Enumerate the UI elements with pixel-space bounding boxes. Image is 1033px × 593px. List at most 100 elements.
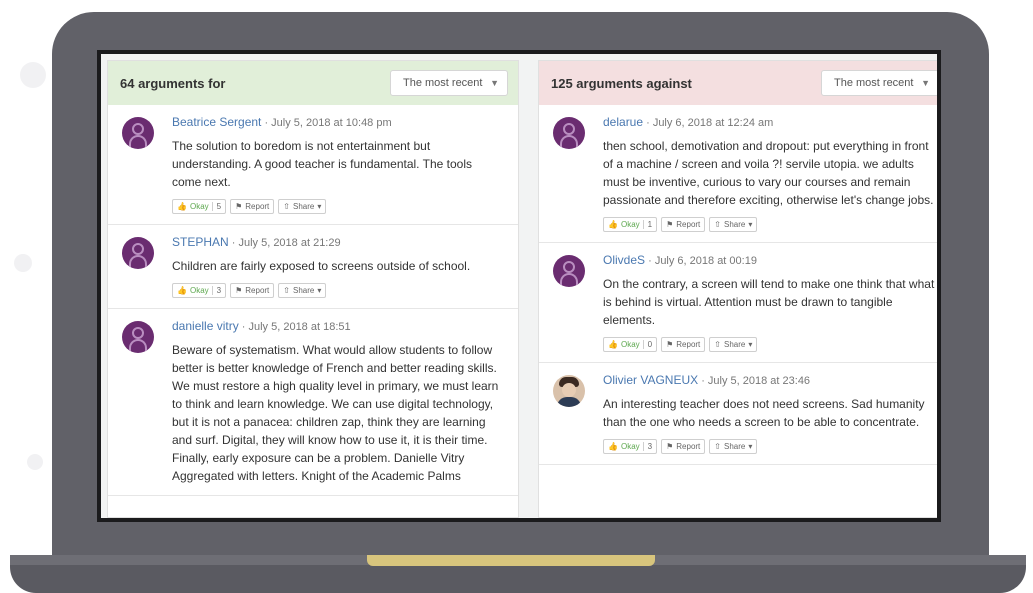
share-button[interactable]: ⇧ Share ▾ — [278, 283, 327, 298]
author-link[interactable]: delarue — [603, 115, 643, 129]
sort-dropdown[interactable]: The most recent ▼ — [821, 70, 937, 96]
report-label: Report — [245, 202, 270, 211]
share-button[interactable]: ⇧ Share ▾ — [709, 337, 758, 352]
thumbs-up-icon: 👍 — [608, 220, 618, 229]
argument-text: Beware of systematism. What would allow … — [172, 343, 499, 483]
argument-actions: 👍 Okay 5 ⚑ Report ⇧ Share ▾ — [172, 199, 504, 214]
arguments-for-header: 64 arguments for The most recent ▼ — [108, 61, 518, 105]
argument-item: STEPHAN · July 5, 2018 at 21:29 Children… — [108, 225, 518, 309]
report-button[interactable]: ⚑ Report — [661, 217, 706, 232]
report-label: Report — [676, 220, 701, 229]
laptop-notch — [367, 555, 655, 566]
decorative-dot — [27, 454, 43, 470]
argument-meta: STEPHAN · July 5, 2018 at 21:29 — [172, 235, 504, 249]
thumbs-up-icon: 👍 — [608, 442, 618, 451]
chevron-down-icon: ▼ — [490, 78, 499, 88]
argument-item: Olivier VAGNEUX · July 5, 2018 at 23:46 … — [539, 363, 937, 465]
screen: 64 arguments for The most recent ▼ Beatr… — [101, 54, 937, 518]
okay-count: 0 — [642, 340, 652, 349]
report-button[interactable]: ⚑ Report — [661, 439, 706, 454]
argument-date: · July 5, 2018 at 10:48 pm — [264, 117, 392, 129]
user-avatar-icon — [122, 321, 154, 353]
caret-down-icon: ▾ — [748, 340, 753, 349]
argument-meta: danielle vitry · July 5, 2018 at 18:51 — [172, 319, 504, 333]
report-label: Report — [676, 340, 701, 349]
arguments-for-panel: 64 arguments for The most recent ▼ Beatr… — [107, 60, 519, 518]
report-button[interactable]: ⚑ Report — [230, 283, 275, 298]
author-link[interactable]: OlivdeS — [603, 253, 645, 267]
argument-date: · July 5, 2018 at 23:46 — [701, 375, 811, 387]
share-label: Share — [292, 202, 315, 211]
okay-button[interactable]: 👍 Okay 1 — [603, 217, 658, 232]
arguments-against-panel: 125 arguments against The most recent ▼ … — [538, 60, 937, 518]
argument-actions: 👍 Okay 0 ⚑ Report ⇧ Share ▾ — [603, 337, 935, 352]
flag-icon: ⚑ — [666, 220, 674, 229]
okay-button[interactable]: 👍 Okay 3 — [603, 439, 658, 454]
author-link[interactable]: danielle vitry — [172, 319, 239, 333]
okay-label: Okay — [620, 340, 640, 349]
decorative-dot — [14, 254, 32, 272]
arguments-for-title: 64 arguments for — [120, 75, 226, 91]
laptop-base — [10, 555, 1026, 593]
argument-date: · July 6, 2018 at 00:19 — [648, 255, 757, 267]
user-avatar-icon — [553, 255, 585, 287]
share-label: Share — [723, 442, 746, 451]
share-button[interactable]: ⇧ Share ▾ — [709, 217, 758, 232]
argument-meta: delarue · July 6, 2018 at 12:24 am — [603, 115, 935, 129]
okay-label: Okay — [189, 202, 209, 211]
share-icon: ⇧ — [283, 202, 290, 211]
okay-button[interactable]: 👍 Okay 0 — [603, 337, 658, 352]
flag-icon: ⚑ — [666, 340, 674, 349]
argument-text: On the contrary, a screen will tend to m… — [603, 277, 935, 327]
argument-text: The solution to boredom is not entertain… — [172, 139, 472, 189]
okay-count: 3 — [211, 286, 221, 295]
flag-icon: ⚑ — [666, 442, 674, 451]
share-button[interactable]: ⇧ Share ▾ — [278, 199, 327, 214]
argument-text: Children are fairly exposed to screens o… — [172, 259, 471, 273]
share-icon: ⇧ — [714, 340, 721, 349]
sort-label: The most recent — [834, 77, 914, 89]
chevron-down-icon: ▼ — [921, 78, 930, 88]
caret-down-icon: ▾ — [317, 286, 322, 295]
report-label: Report — [676, 442, 701, 451]
argument-text: An interesting teacher does not need scr… — [603, 397, 925, 429]
user-avatar-icon — [122, 237, 154, 269]
arguments-against-header: 125 arguments against The most recent ▼ — [539, 61, 937, 105]
share-icon: ⇧ — [714, 442, 721, 451]
share-label: Share — [723, 220, 746, 229]
argument-item: danielle vitry · July 5, 2018 at 18:51 B… — [108, 309, 518, 496]
okay-label: Okay — [189, 286, 209, 295]
argument-actions: 👍 Okay 3 ⚑ Report ⇧ Share ▾ — [603, 439, 935, 454]
flag-icon: ⚑ — [235, 202, 243, 211]
screen-bezel: 64 arguments for The most recent ▼ Beatr… — [97, 50, 941, 522]
user-avatar-icon — [122, 117, 154, 149]
okay-count: 1 — [642, 220, 652, 229]
argument-meta: OlivdeS · July 6, 2018 at 00:19 — [603, 253, 935, 267]
share-label: Share — [723, 340, 746, 349]
argument-date: · July 5, 2018 at 18:51 — [241, 321, 351, 333]
report-button[interactable]: ⚑ Report — [230, 199, 275, 214]
argument-item: OlivdeS · July 6, 2018 at 00:19 On the c… — [539, 243, 937, 363]
author-link[interactable]: Beatrice Sergent — [172, 115, 261, 129]
share-button[interactable]: ⇧ Share ▾ — [709, 439, 758, 454]
argument-actions: 👍 Okay 1 ⚑ Report ⇧ Share ▾ — [603, 217, 935, 232]
author-link[interactable]: STEPHAN — [172, 235, 229, 249]
caret-down-icon: ▾ — [748, 220, 753, 229]
share-label: Share — [292, 286, 315, 295]
argument-date: · July 6, 2018 at 12:24 am — [646, 117, 774, 129]
argument-text: then school, demotivation and dropout: p… — [603, 139, 934, 207]
caret-down-icon: ▾ — [317, 202, 322, 211]
user-photo-avatar — [553, 375, 585, 407]
thumbs-up-icon: 👍 — [177, 202, 187, 211]
okay-button[interactable]: 👍 Okay 3 — [172, 283, 227, 298]
author-link[interactable]: Olivier VAGNEUX — [603, 373, 698, 387]
report-button[interactable]: ⚑ Report — [661, 337, 706, 352]
okay-count: 3 — [642, 442, 652, 451]
okay-button[interactable]: 👍 Okay 5 — [172, 199, 227, 214]
share-icon: ⇧ — [283, 286, 290, 295]
decorative-dot — [20, 62, 46, 88]
okay-count: 5 — [211, 202, 221, 211]
okay-label: Okay — [620, 220, 640, 229]
argument-item: delarue · July 6, 2018 at 12:24 am then … — [539, 105, 937, 243]
sort-dropdown[interactable]: The most recent ▼ — [390, 70, 508, 96]
